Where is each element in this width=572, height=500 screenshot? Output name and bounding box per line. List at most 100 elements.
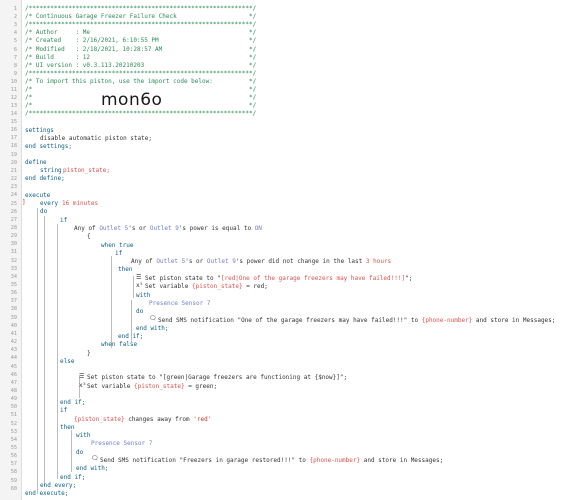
code-line: 12/* */	[0, 94, 572, 102]
code-line: 11/* */	[0, 86, 572, 94]
line-number: 8	[13, 62, 17, 69]
comment-text: /* Continuous Garage Freezer Failure Che…	[25, 13, 257, 21]
every-interval[interactable]: 16 minutes	[62, 200, 98, 208]
set-piston-state-green[interactable]: Set piston state to "[green|Garage freez…	[87, 374, 347, 382]
import-code: mon6o	[101, 90, 163, 110]
line-number: 58	[10, 469, 17, 476]
line-number: 56	[10, 453, 17, 460]
line-number: 26	[10, 208, 17, 215]
settings-keyword: settings	[25, 127, 54, 134]
if2-keyword[interactable]: if	[60, 407, 67, 415]
set-variable-green[interactable]: Set variable {piston_state} = green;	[87, 383, 217, 391]
presence-sensor-device-2[interactable]: Presence Sensor 7	[91, 440, 152, 448]
end-execute-keyword: end execute;	[25, 490, 69, 497]
piston-state-declaration[interactable]: piston_state;	[63, 167, 110, 175]
comment-text: /* UI version : v0.3.113.20210203 */	[25, 61, 257, 69]
define-keyword: define	[25, 159, 47, 166]
line-number: 51	[10, 412, 17, 419]
line-number: 40	[10, 322, 17, 329]
line-number: 1	[13, 6, 17, 12]
set-variable-red[interactable]: Set variable {piston_state} = red;	[145, 283, 268, 291]
string-keyword: string	[40, 167, 62, 174]
line-number: 4	[13, 30, 17, 37]
code-line: 4 /* Author : Me */	[0, 29, 572, 37]
comment-text: /***************************************…	[25, 21, 257, 29]
line-number: 44	[10, 355, 17, 362]
line-number: 17	[10, 135, 17, 142]
end-if-keyword: end if;	[60, 399, 86, 406]
code-line: 5 /* Created : 2/16/2021, 6:10:55 PM */	[0, 37, 572, 45]
line-number: 59	[10, 477, 17, 484]
line-number: 50	[10, 404, 17, 411]
end-define-keyword: end define;	[25, 175, 65, 182]
indent-guide	[133, 276, 134, 298]
sms-icon: 🗨	[91, 455, 99, 462]
every-keyword[interactable]: every	[40, 200, 58, 208]
line-number: 7	[13, 54, 17, 61]
with2-keyword: with	[76, 432, 91, 439]
set-piston-state-failed[interactable]: Set piston state to "[red|One of the gar…	[145, 275, 412, 283]
collapse-marker[interactable]: ]	[22, 199, 26, 206]
then-keyword: then	[118, 266, 133, 273]
indent-guide	[44, 216, 45, 486]
line-number: 52	[10, 420, 17, 427]
end-every-keyword: end every;	[40, 482, 77, 489]
line-number: 32	[10, 257, 17, 264]
code-line: 13/* */	[0, 102, 572, 110]
send-sms-failed[interactable]: Send SMS notification "One of the garage…	[158, 317, 555, 325]
line-number: 55	[10, 445, 17, 451]
end-settings-keyword: end settings;	[25, 143, 72, 150]
line-number: 36	[10, 290, 17, 297]
when-false-keyword: when false	[101, 341, 138, 348]
execute-keyword: execute	[25, 192, 51, 199]
line-number: 54	[10, 436, 17, 443]
comment-text: /* Modified : 2/18/2021, 10:28:57 AM */	[25, 45, 257, 53]
do-inner-keyword: do	[136, 308, 144, 315]
line-number: 27	[10, 216, 17, 223]
brace-open: {	[87, 233, 91, 240]
code-line: 6 /* Modified : 2/18/2021, 10:28:57 AM */	[0, 46, 572, 54]
end-with-keyword: end with;	[136, 325, 169, 332]
indent-guide	[111, 256, 112, 348]
line-number: 39	[10, 314, 17, 321]
end-if-inner-keyword: end if;	[118, 333, 144, 340]
condition-any-of[interactable]: Any of Outlet 5's or Outlet 9's power is…	[74, 225, 262, 233]
line-number: 9	[13, 70, 17, 77]
set-variable-icon: x⁵	[79, 382, 87, 389]
send-sms-restored[interactable]: Send SMS notification "Freezers in garag…	[100, 457, 443, 465]
presence-sensor-device[interactable]: Presence Sensor 7	[149, 300, 210, 308]
line-number: 31	[10, 249, 17, 256]
code-line: 2 /* Continuous Garage Freezer Failure Ch…	[0, 13, 572, 21]
line-number: 45	[10, 363, 17, 370]
set-state-icon: ☰	[136, 274, 142, 281]
condition-changes-away[interactable]: {piston_state} changes away from 'red'	[74, 416, 211, 424]
when-true-keyword: when true	[101, 242, 134, 249]
indent-guide	[57, 224, 58, 479]
indent-guide	[37, 208, 38, 494]
do-keyword: do	[40, 208, 48, 215]
line-number: 24	[10, 192, 17, 199]
code-line: 10 /* To import this piston, use the impo…	[0, 78, 572, 86]
line-number: 3	[13, 22, 17, 29]
condition-did-not-change[interactable]: Any of Outlet 5's or Outlet 9's power di…	[131, 258, 391, 266]
code-line: 14/*************************************…	[0, 110, 572, 118]
line-number: 20	[10, 159, 17, 166]
code-line: 1 /**************************************…	[0, 5, 572, 13]
line-number: 43	[10, 347, 17, 354]
brace-close: }	[87, 350, 91, 357]
then2-keyword: then	[60, 424, 75, 431]
end-if2-keyword: end if;	[60, 474, 86, 481]
if-keyword[interactable]: if	[60, 217, 67, 225]
inner-if-keyword[interactable]: if	[115, 250, 122, 258]
set-state-icon: ☰	[79, 373, 85, 380]
line-number: 48	[10, 387, 17, 394]
line-number: 13	[10, 103, 17, 110]
line-number: 6	[13, 46, 17, 53]
line-number: 47	[10, 379, 17, 386]
line-number: 12	[10, 95, 17, 102]
comment-text: /***************************************…	[25, 110, 257, 118]
line-number: 49	[10, 396, 17, 403]
line-number: 37	[10, 298, 17, 305]
sms-icon: 🗨	[149, 315, 157, 322]
line-number: 30	[10, 241, 17, 248]
